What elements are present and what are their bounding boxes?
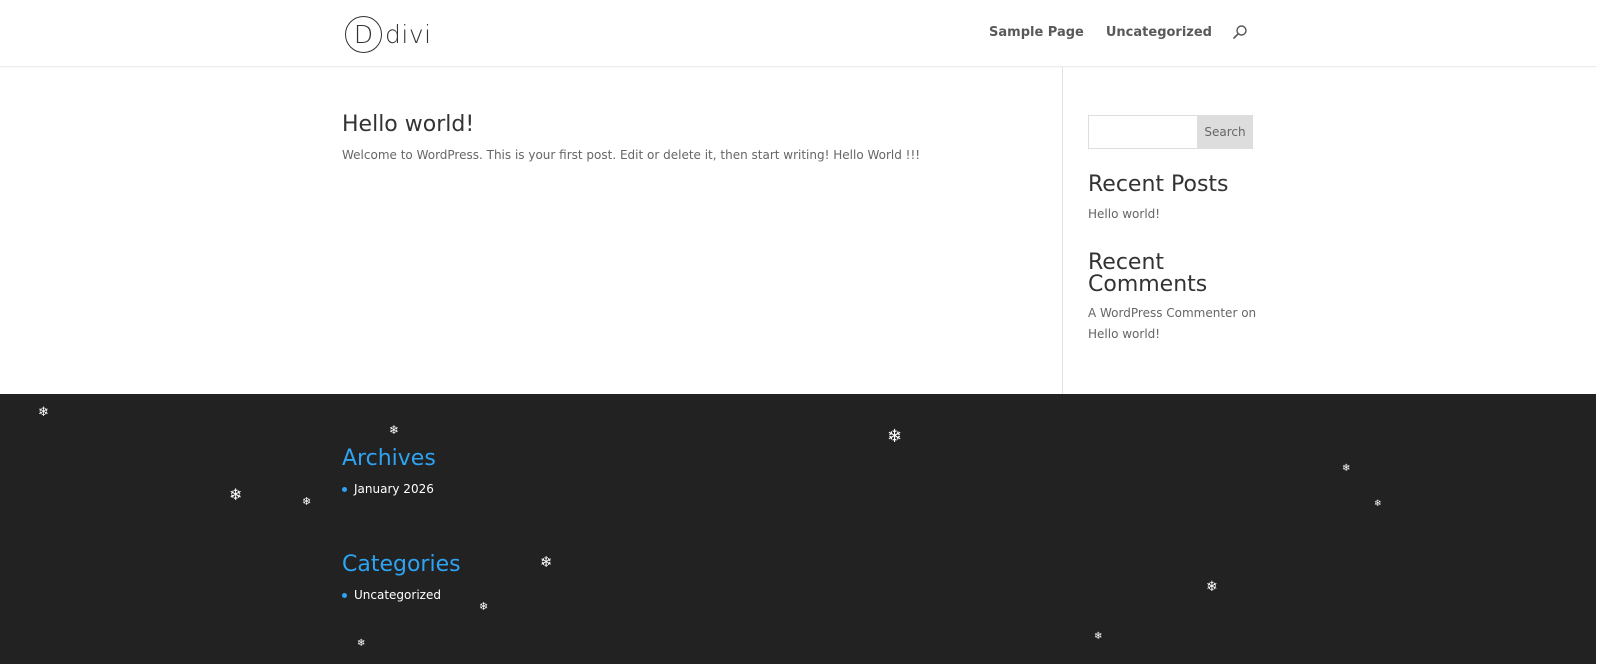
main-nav: Sample Page Uncategorized (967, 24, 1248, 40)
recent-comments-title-line2: Comments (1088, 272, 1208, 297)
snowflake-icon: ❄ (38, 405, 49, 420)
nav-item-uncategorized[interactable]: Uncategorized (1106, 25, 1212, 40)
site-footer: Archives January 2026 Categories Uncateg… (0, 394, 1596, 664)
archive-item-label: January 2026 (354, 482, 434, 496)
bullet-icon (342, 486, 347, 492)
archive-item[interactable]: January 2026 (342, 482, 434, 496)
snowflake-icon: ❄ (1094, 631, 1103, 642)
main-content: Hello world! Welcome to WordPress. This … (0, 67, 1596, 394)
snowflake-icon: ❄ (887, 426, 903, 447)
snowflake-icon: ❄ (540, 553, 553, 571)
snowflake-icon: ❄ (389, 423, 400, 437)
search-icon[interactable] (1232, 24, 1248, 40)
recent-comment: A WordPress Commenter on (1088, 303, 1256, 324)
page: D divi Sample Page Uncategorized Hello w… (0, 0, 1596, 664)
snowflake-icon: ❄ (1374, 499, 1382, 509)
sidebar-search-button[interactable]: Search (1197, 115, 1253, 149)
comment-post-link[interactable]: Hello world! (1088, 324, 1160, 345)
snowflake-icon: ❄ (1342, 463, 1351, 474)
window-edge (1596, 0, 1600, 664)
bullet-icon (342, 592, 347, 598)
archives-title: Archives (342, 446, 436, 471)
snowflake-icon: ❄ (302, 495, 312, 508)
logo-text: divi (385, 19, 432, 49)
recent-post-link[interactable]: Hello world! (1088, 204, 1160, 225)
site-header: D divi Sample Page Uncategorized (0, 0, 1596, 67)
comment-on-text: on (1241, 306, 1257, 320)
category-item[interactable]: Uncategorized (342, 588, 441, 602)
snowflake-icon: ❄ (1206, 579, 1218, 595)
category-item-label: Uncategorized (354, 588, 441, 602)
logo-mark: D (345, 15, 382, 53)
snowflake-icon: ❄ (357, 638, 366, 649)
recent-posts-title: Recent Posts (1088, 172, 1229, 197)
sidebar-search-input[interactable] (1088, 115, 1198, 149)
sidebar-divider (1062, 67, 1063, 394)
snowflake-icon: ❄ (479, 600, 489, 613)
snowflake-icon: ❄ (229, 485, 243, 504)
post-title-link[interactable]: Hello world! (342, 112, 474, 137)
categories-title: Categories (342, 552, 461, 577)
recent-comments-title-line1: Recent (1088, 250, 1165, 275)
post-excerpt: Welcome to WordPress. This is your first… (342, 148, 921, 162)
comment-author-link[interactable]: A WordPress Commenter (1088, 306, 1237, 320)
site-logo[interactable]: D divi (345, 14, 432, 54)
nav-item-sample-page[interactable]: Sample Page (989, 25, 1084, 40)
